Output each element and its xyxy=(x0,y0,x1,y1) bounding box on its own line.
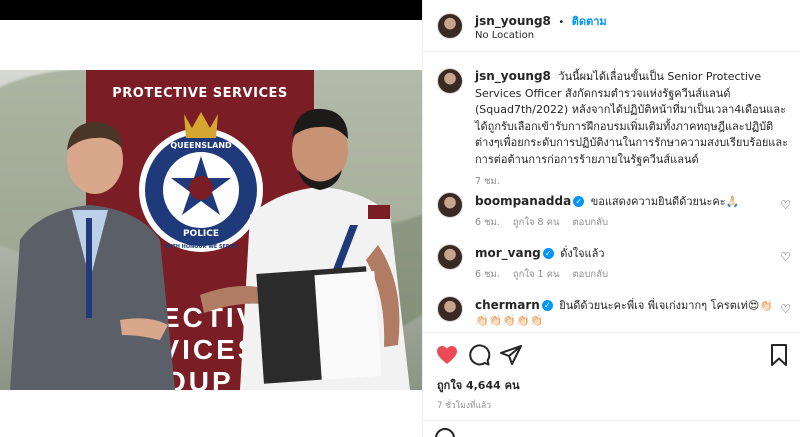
bookmark-icon[interactable] xyxy=(767,343,791,367)
commenter-username[interactable]: boompanadda xyxy=(475,194,571,208)
verified-badge-icon: ✓ xyxy=(541,300,553,311)
post-image[interactable]: PROTECTIVE SERVICES QUEENSLAND POLICE WI… xyxy=(0,70,422,390)
verified-badge-icon: ✓ xyxy=(542,248,554,259)
reply-button[interactable]: ตอบกลับ xyxy=(573,269,609,280)
comment-likes[interactable]: ถูกใจ 1 คน xyxy=(513,269,560,280)
heart-filled-icon[interactable] xyxy=(435,343,459,367)
comment-icon[interactable] xyxy=(467,343,491,367)
officer-in-uniform xyxy=(200,108,410,390)
share-icon[interactable] xyxy=(499,343,523,367)
comment-like-icon[interactable]: ♡ xyxy=(780,198,791,212)
comment-like-icon[interactable]: ♡ xyxy=(780,302,791,316)
divider xyxy=(423,420,800,421)
commenter-username[interactable]: chermarn xyxy=(475,298,540,312)
caption-text: วันนี้ผมได้เลื่อนขั้นเป็น Senior Protect… xyxy=(475,70,789,166)
follow-separator: • xyxy=(558,17,565,28)
comment-likes[interactable]: ถูกใจ 8 คน xyxy=(513,217,560,228)
author-username[interactable]: jsn_young8 xyxy=(475,14,551,28)
comment-text: ขอแสดงความยินดีด้วยนะคะ🙏🏻 xyxy=(590,195,740,208)
comment-time: 6 ชม. xyxy=(475,217,500,228)
commenter-avatar[interactable] xyxy=(437,192,463,218)
emoji-icon[interactable] xyxy=(435,428,455,437)
man-in-suit xyxy=(10,122,175,390)
commenter-username[interactable]: mor_vang xyxy=(475,246,541,260)
caption-username[interactable]: jsn_young8 xyxy=(475,69,551,83)
like-count[interactable]: ถูกใจ 4,644 คน xyxy=(437,376,519,394)
follow-button[interactable]: ติดตาม xyxy=(572,15,607,28)
verified-badge-icon: ✓ xyxy=(573,196,585,207)
comment-time: 6 ชม. xyxy=(475,269,500,280)
caption-avatar[interactable] xyxy=(437,68,463,94)
post-location[interactable]: No Location xyxy=(475,30,534,41)
caption-time: 7 ชม. xyxy=(475,176,500,187)
author-avatar[interactable] xyxy=(437,13,463,39)
top-bar xyxy=(0,0,422,20)
post-header: jsn_young8 • ติดตาม No Location xyxy=(423,0,800,52)
reply-button[interactable]: ตอบกลับ xyxy=(573,217,609,228)
commenter-avatar[interactable] xyxy=(437,296,463,322)
post-caption: jsn_young8 วันนี้ผมได้เลื่อนขั้นเป็น Sen… xyxy=(475,68,793,191)
post-sidebar: jsn_young8 • ติดตาม No Location jsn_youn… xyxy=(422,0,800,437)
post-time: 7 ชั่วโมงที่แล้ว xyxy=(437,401,492,411)
commenter-avatar[interactable] xyxy=(437,244,463,270)
comment-like-icon[interactable]: ♡ xyxy=(780,250,791,264)
comment-text: ดั่งใจแล้ว xyxy=(560,247,605,260)
post-actions xyxy=(423,332,800,376)
